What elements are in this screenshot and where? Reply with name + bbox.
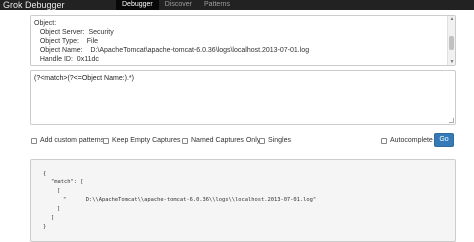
scroll-down-arrow-icon[interactable]: ▼ (449, 59, 455, 65)
scrollbar-thumb[interactable] (449, 36, 454, 50)
log-line: Object: (34, 20, 57, 27)
result-line: [ (57, 188, 61, 194)
nav-tab-patterns[interactable]: Patterns (198, 0, 236, 10)
add-custom-patterns-option[interactable]: Add custom patterns (31, 137, 104, 145)
log-line: Object Name: D:\ApacheTomcat\apache-tomc… (34, 47, 310, 54)
nav-tab-debugger[interactable]: Debugger (116, 0, 159, 10)
go-button[interactable]: Go (434, 133, 454, 147)
singles-checkbox[interactable] (259, 138, 265, 144)
keep-empty-captures-label[interactable]: Keep Empty Captures (112, 137, 180, 145)
brand-title[interactable]: Grok Debugger (3, 0, 116, 10)
result-line: } (43, 224, 47, 230)
top-navbar: Grok Debugger Debugger Discover Patterns (0, 0, 474, 10)
log-line: Handle ID: 0x11dc (34, 56, 99, 63)
log-line: Object Type: File (34, 38, 99, 45)
resize-grip-icon[interactable] (449, 118, 454, 123)
autocomplete-checkbox[interactable] (381, 138, 387, 144)
keep-empty-captures-checkbox[interactable] (103, 138, 109, 144)
result-line: "match": [ (51, 179, 84, 185)
log-scrollbar[interactable]: ▲ ▼ (447, 16, 455, 65)
named-captures-only-label[interactable]: Named Captures Only (191, 137, 260, 145)
result-output-panel: { "match": [ [ " D:\\ApacheTomcat\\apach… (30, 159, 456, 242)
log-line: Object Server: Security (34, 29, 114, 36)
pattern-value: (?<match>(?<=Object Name:).*) (34, 75, 134, 82)
singles-option[interactable]: Singles (259, 137, 291, 145)
add-custom-patterns-checkbox[interactable] (31, 138, 37, 144)
pattern-input-textarea[interactable]: (?<match>(?<=Object Name:).*) (30, 70, 456, 125)
result-line: { (43, 171, 47, 177)
result-line: ] (51, 215, 55, 221)
named-captures-only-checkbox[interactable] (182, 138, 188, 144)
autocomplete-label[interactable]: Autocomplete (390, 137, 433, 145)
singles-label[interactable]: Singles (268, 137, 291, 145)
result-line: " D:\\ApacheTomcat\\apache-tomcat-6.0.36… (63, 197, 317, 203)
nav-tab-discover[interactable]: Discover (159, 0, 198, 10)
autocomplete-option[interactable]: Autocomplete (381, 137, 433, 145)
scroll-up-arrow-icon[interactable]: ▲ (449, 16, 455, 22)
keep-empty-captures-option[interactable]: Keep Empty Captures (103, 137, 180, 145)
log-input-textarea[interactable]: Object: Object Server: Security Object T… (30, 15, 456, 66)
named-captures-only-option[interactable]: Named Captures Only (182, 137, 260, 145)
add-custom-patterns-label[interactable]: Add custom patterns (40, 137, 104, 145)
result-line: ] (57, 206, 61, 212)
